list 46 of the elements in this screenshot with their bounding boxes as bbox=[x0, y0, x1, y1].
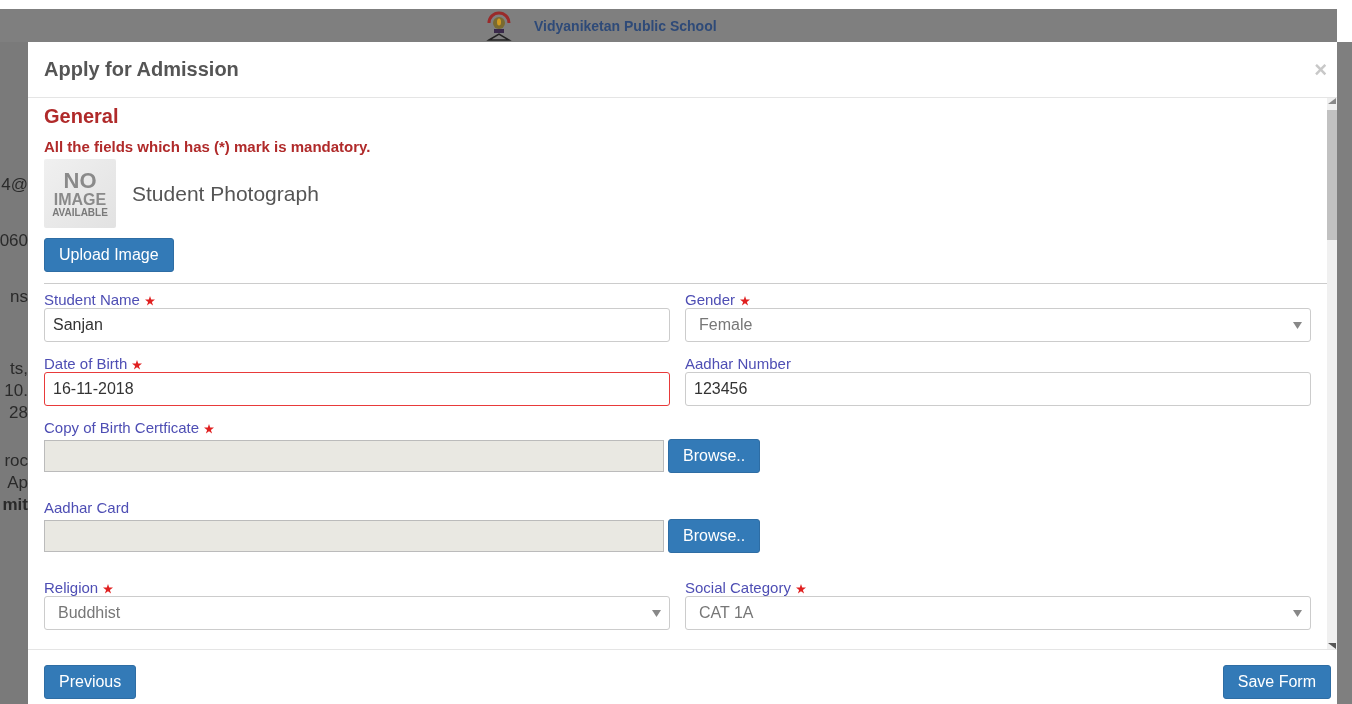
scroll-up-icon[interactable] bbox=[1328, 98, 1336, 104]
modal-title: Apply for Admission bbox=[44, 58, 239, 81]
school-logo-icon bbox=[486, 9, 512, 42]
select-field[interactable]: Buddhist bbox=[44, 596, 670, 630]
field-label: Gender bbox=[685, 291, 736, 308]
file-field[interactable] bbox=[44, 440, 664, 472]
field-label: Religion bbox=[44, 579, 99, 596]
text-field[interactable]: 123456 bbox=[685, 372, 1311, 406]
scroll-down-icon[interactable] bbox=[1328, 643, 1336, 649]
background-text: mit bbox=[2, 494, 28, 516]
placeholder-text: AVAILABLE bbox=[52, 207, 108, 218]
upload-button[interactable]: Upload Image bbox=[44, 238, 174, 272]
background-text: ns bbox=[10, 286, 28, 308]
background-text: 28 bbox=[9, 402, 28, 424]
background-text: Ap bbox=[7, 472, 28, 494]
text-field[interactable]: 16-11-2018 bbox=[44, 372, 670, 406]
browse-button[interactable]: Browse.. bbox=[668, 519, 761, 553]
field-label: Aadhar Number bbox=[685, 355, 791, 372]
save-form-button[interactable]: Save Form bbox=[1222, 665, 1331, 699]
text-field[interactable]: Sanjan bbox=[44, 308, 670, 342]
caret-icon bbox=[1293, 321, 1302, 329]
placeholder-text: NO bbox=[63, 169, 97, 192]
background-text: 4@ bbox=[1, 174, 28, 196]
field-label: Date of Birth bbox=[44, 355, 128, 372]
school-name: Vidyaniketan Public School bbox=[534, 17, 717, 34]
field-label: Student Name bbox=[44, 291, 140, 308]
file-field[interactable] bbox=[44, 520, 664, 552]
scrollbar[interactable] bbox=[1327, 98, 1337, 649]
select-field[interactable]: Female bbox=[685, 308, 1311, 342]
field-label: Social Category bbox=[685, 579, 791, 596]
placeholder-text: IMAGE bbox=[53, 191, 107, 208]
background-text: 060 bbox=[0, 230, 28, 252]
select-field[interactable]: CAT 1A bbox=[685, 596, 1311, 630]
field-label: Copy of Birth Certficate bbox=[44, 419, 200, 436]
mandatory-note: All the fields which has (*) mark is mandatory. bbox=[44, 138, 372, 155]
previous-button[interactable]: Previous bbox=[44, 665, 137, 699]
background-text: ts, bbox=[10, 358, 28, 380]
caret-icon bbox=[652, 609, 661, 617]
scrollbar-thumb[interactable] bbox=[1327, 110, 1337, 240]
background-text: 10. bbox=[4, 380, 28, 402]
photo-label: Student Photograph bbox=[132, 181, 319, 206]
caret-icon bbox=[1293, 609, 1302, 617]
background-text: roc bbox=[4, 450, 28, 472]
browse-button[interactable]: Browse.. bbox=[668, 439, 761, 473]
field-label: Aadhar Card bbox=[44, 499, 130, 516]
section-title: General bbox=[44, 104, 120, 128]
